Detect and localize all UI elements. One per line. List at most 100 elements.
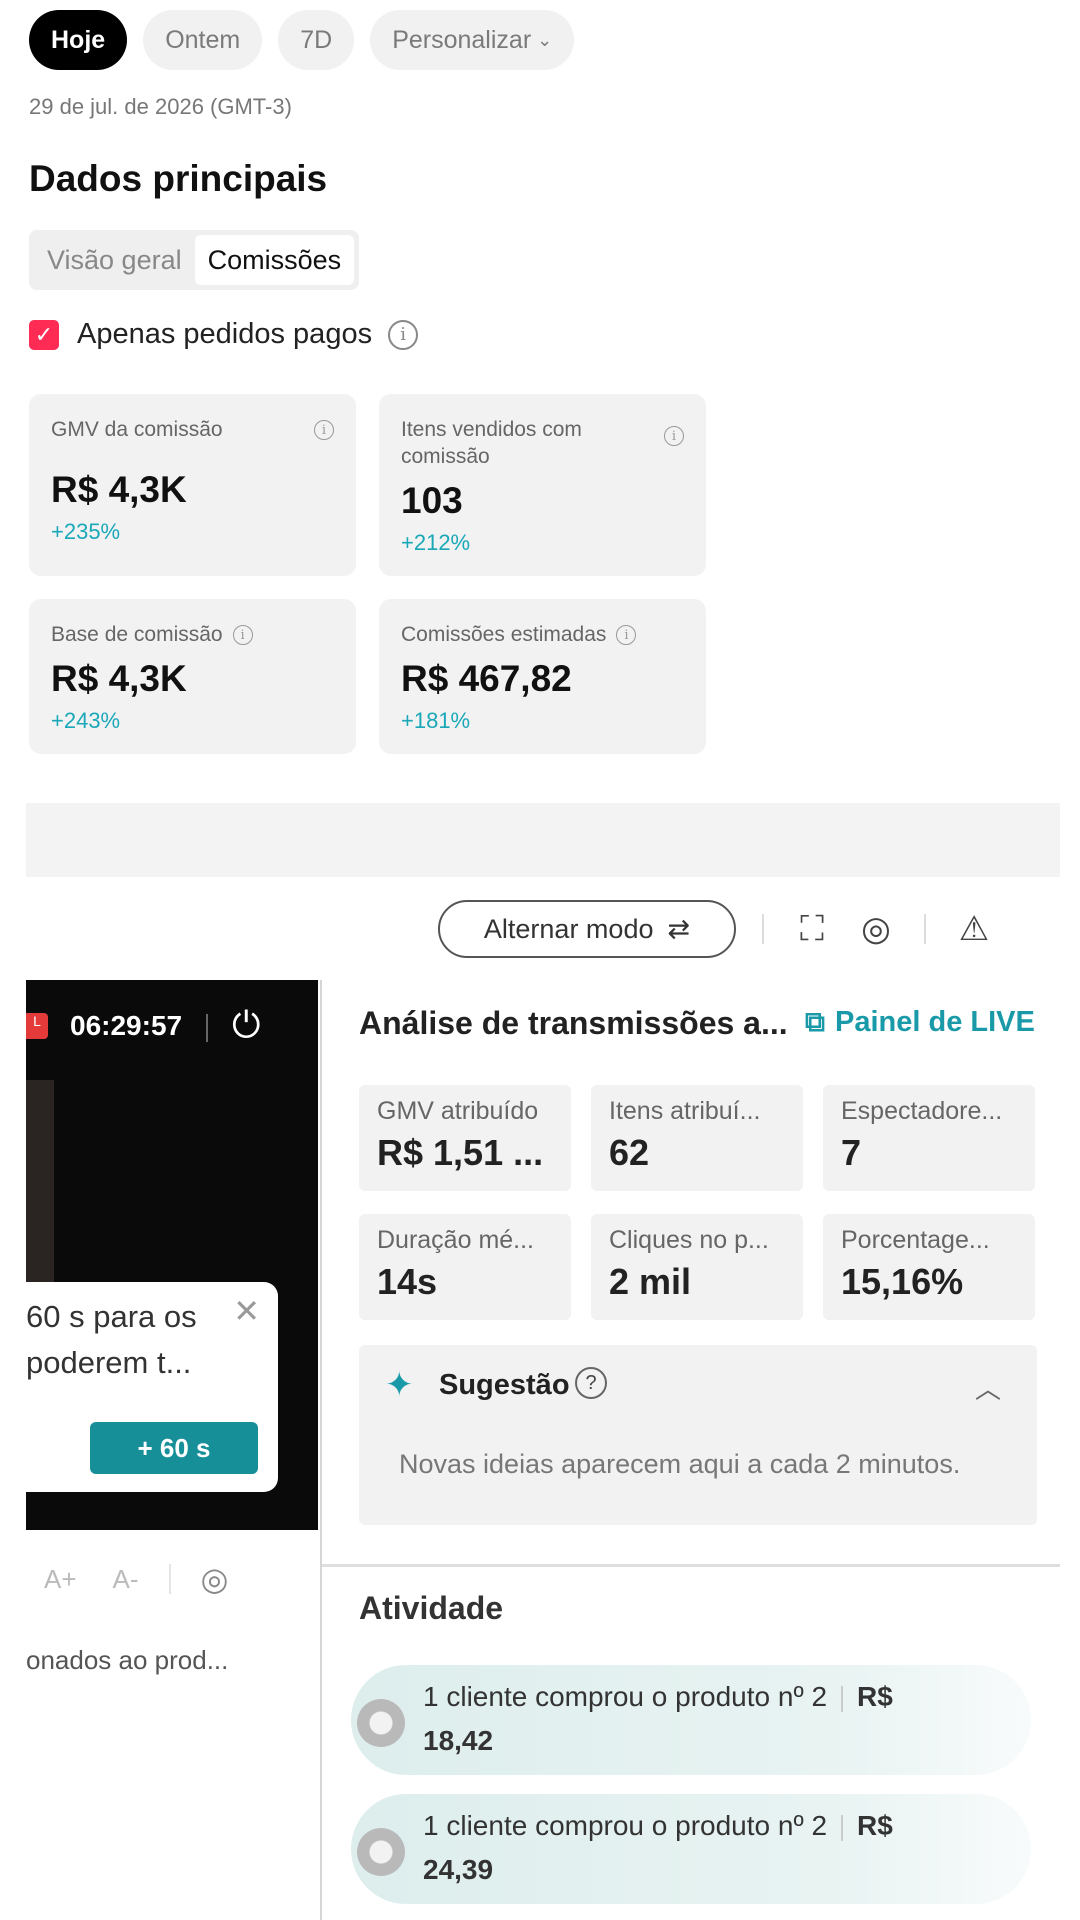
info-icon[interactable]: i — [314, 420, 334, 440]
font-size-controls: A+ A- ◎ — [44, 1560, 228, 1598]
swap-arrows-icon: ⇄ — [667, 913, 691, 944]
suggestion-panel: ✦ Sugestão ? ︿ Novas ideias aparecem aqu… — [359, 1345, 1037, 1525]
screen-capture-icon[interactable]: ⛶ — [790, 910, 834, 949]
suggestion-text: Novas ideias aparecem aqui a cada 2 minu… — [399, 1449, 961, 1479]
activity-message: 1 cliente comprou o produto nº 2 — [423, 1810, 828, 1841]
metric-label: Porcentage... — [841, 1226, 990, 1254]
card-value: R$ 4,3K — [51, 658, 187, 699]
chevron-down-icon: ⌄ — [537, 29, 553, 50]
live-panel-link-label: Painel de LIVE — [835, 1006, 1035, 1038]
activity-item: 1 cliente comprou o produto nº 2 R$ 24,39 — [351, 1794, 1031, 1904]
activity-text: 1 cliente comprou o produto nº 2 R$ 24,39 — [423, 1804, 983, 1892]
metric-label: GMV atribuído — [377, 1097, 539, 1125]
info-icon[interactable]: i — [388, 319, 419, 350]
live-toolbar: Alternar modo ⇄ ⛶ ◎ ⚠ — [438, 900, 996, 958]
avatar — [357, 1699, 405, 1747]
activity-text: 1 cliente comprou o produto nº 2 R$ 18,42 — [423, 1675, 983, 1763]
metric-card-commission-base[interactable]: Base de comissão i R$ 4,3K +243% — [29, 599, 356, 754]
metric-viewers[interactable]: Espectadore... 7 — [823, 1085, 1035, 1191]
activity-currency: R$ — [857, 1681, 893, 1712]
metric-product-clicks[interactable]: Cliques no p... 2 mil — [591, 1214, 803, 1320]
date-range-label: 29 de jul. de 2026 (GMT-3) — [29, 94, 292, 119]
metric-card-commission-gmv[interactable]: GMV da comissão i R$ 4,3K +235% — [29, 394, 356, 576]
chevron-up-icon[interactable]: ︿ — [975, 1369, 1001, 1406]
live-video-preview: L 06:29:57 ⏻ 60 s para os poderem t... ✕… — [26, 980, 318, 1530]
toolbar-divider — [762, 914, 764, 944]
settings-icon[interactable]: ◎ — [854, 909, 898, 949]
activity-title: Atividade — [359, 1590, 504, 1626]
card-label: Comissões estimadas — [401, 623, 607, 646]
font-decrease-button[interactable]: A- — [113, 1564, 139, 1595]
paid-only-checkbox[interactable]: ✓ — [29, 319, 59, 350]
page-title: Dados principais — [29, 158, 328, 199]
activity-item: 1 cliente comprou o produto nº 2 R$ 18,42 — [351, 1665, 1031, 1775]
chip-today[interactable]: Hoje — [29, 10, 128, 70]
help-icon[interactable]: ? — [575, 1367, 607, 1399]
activity-divider — [841, 1814, 844, 1841]
live-panel-link[interactable]: ⧉ Painel de LIVE — [805, 1006, 1035, 1039]
metric-avg-duration[interactable]: Duração mé... 14s — [359, 1214, 571, 1320]
card-label: Base de comissão — [51, 623, 223, 646]
card-delta: +181% — [401, 708, 471, 733]
metric-value: R$ 1,51 ... — [377, 1132, 544, 1173]
avatar — [357, 1828, 405, 1876]
analysis-title: Análise de transmissões a... — [359, 1005, 788, 1041]
card-label: GMV da comissão — [51, 418, 223, 441]
metric-value: 15,16% — [841, 1261, 964, 1302]
card-value: 103 — [401, 480, 463, 521]
activity-message: 1 cliente comprou o produto nº 2 — [423, 1681, 828, 1712]
info-icon[interactable]: i — [616, 625, 637, 645]
video-frame-edge — [26, 1080, 54, 1310]
activity-currency: R$ — [857, 1810, 893, 1841]
extend-time-popup: 60 s para os poderem t... ✕ + 60 s — [26, 1282, 278, 1492]
info-icon[interactable]: i — [664, 426, 684, 446]
activity-amount: 24,39 — [423, 1854, 494, 1885]
card-delta: +235% — [51, 519, 121, 544]
power-icon[interactable]: ⏻ — [232, 1004, 260, 1047]
popup-message: 60 s para os poderem t... — [26, 1299, 197, 1380]
metric-value: 14s — [377, 1261, 438, 1302]
chip-custom[interactable]: Personalizar ⌄ — [370, 10, 575, 70]
live-indicator: L — [26, 1013, 48, 1039]
activity-divider — [841, 1685, 844, 1712]
metric-label: Espectadore... — [841, 1097, 1003, 1125]
card-label: Itens vendidos com comissão — [401, 418, 582, 468]
switch-mode-button[interactable]: Alternar modo ⇄ — [438, 900, 736, 958]
tab-switcher: Visão geral Comissões — [29, 230, 360, 290]
card-delta: +243% — [51, 708, 121, 733]
paid-only-row: ✓ Apenas pedidos pagos i — [29, 318, 419, 351]
metric-value: 62 — [609, 1132, 650, 1173]
timer-divider — [206, 1014, 208, 1042]
metric-label: Duração mé... — [377, 1226, 535, 1254]
metric-percentage[interactable]: Porcentage... 15,16% — [823, 1214, 1035, 1320]
settings-icon[interactable]: ◎ — [201, 1560, 229, 1598]
toolbar-divider — [924, 914, 926, 944]
tab-overview[interactable]: Visão geral — [34, 235, 195, 285]
card-value: R$ 467,82 — [401, 658, 572, 699]
tab-commissions[interactable]: Comissões — [194, 235, 355, 285]
font-controls-divider — [168, 1564, 171, 1594]
metric-value: 2 mil — [609, 1261, 692, 1302]
metric-attributed-items[interactable]: Itens atribuí... 62 — [591, 1085, 803, 1191]
metric-card-estimated-commissions[interactable]: Comissões estimadas i R$ 467,82 +181% — [379, 599, 706, 754]
live-timer: 06:29:57 — [70, 1010, 183, 1041]
add-60s-button[interactable]: + 60 s — [90, 1422, 258, 1474]
metric-label: Itens atribuí... — [609, 1097, 761, 1125]
chip-7d[interactable]: 7D — [278, 10, 355, 70]
metric-card-items-sold[interactable]: Itens vendidos com comissão i 103 +212% — [379, 394, 706, 576]
metric-label: Cliques no p... — [609, 1226, 769, 1254]
info-icon[interactable]: i — [232, 625, 253, 645]
panel-divider — [320, 980, 322, 1920]
activity-amount: 18,42 — [423, 1725, 494, 1756]
close-icon[interactable]: ✕ — [233, 1292, 260, 1330]
section-divider — [322, 1564, 1060, 1567]
warning-icon[interactable]: ⚠ — [952, 909, 996, 949]
divider-band — [26, 803, 1060, 877]
chip-yesterday[interactable]: Ontem — [143, 10, 263, 70]
paid-only-label: Apenas pedidos pagos — [77, 318, 373, 350]
font-increase-button[interactable]: A+ — [44, 1564, 77, 1595]
switch-mode-label: Alternar modo — [483, 913, 654, 944]
truncated-text: onados ao prod... — [26, 1645, 229, 1675]
date-filter-chips: Hoje Ontem 7D Personalizar ⌄ — [29, 10, 575, 70]
metric-attributed-gmv[interactable]: GMV atribuído R$ 1,51 ... — [359, 1085, 571, 1191]
